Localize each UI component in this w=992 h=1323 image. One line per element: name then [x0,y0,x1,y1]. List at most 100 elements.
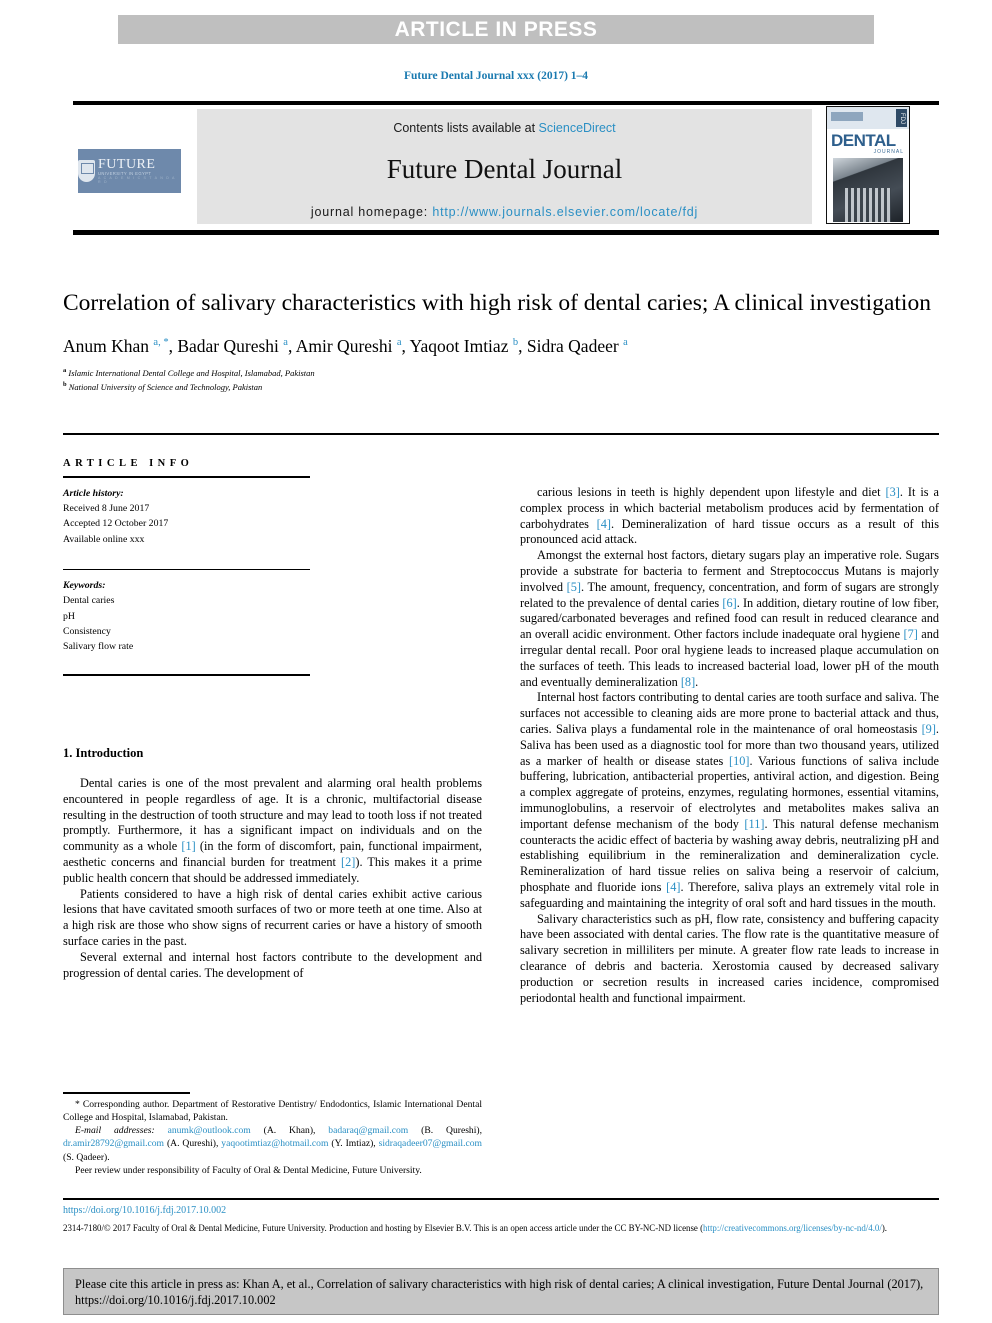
cover-photo [833,158,903,222]
article-info-box: ARTICLE INFO Article history: Received 8… [63,458,310,684]
article-info-rule-3 [63,674,310,677]
license-text-after: ). [881,1223,888,1233]
article-history-item: Available online xxx [63,533,145,545]
paragraph: Several external and internal host facto… [63,949,482,980]
section-heading-introduction: 1. Introduction [63,746,144,760]
article-history-item: Received 8 June 2017 [63,503,150,515]
masthead-top-rule [73,101,939,105]
keyword-item: Consistency [63,625,111,637]
author-affil-marker: a, * [153,337,169,349]
creative-commons-link[interactable]: http://creativecommons.org/licenses/by-n… [703,1223,882,1233]
footnote-divider-rule [63,1092,190,1094]
affiliation-a-text: Islamic International Dental College and… [68,367,315,378]
paragraph: Dental caries is one of the most prevale… [63,776,482,885]
citation-ref[interactable]: [5] [567,580,581,594]
footnote-block: * Corresponding author. Department of Re… [63,1098,482,1177]
email-owner: (S. Qadeer) [63,1151,108,1163]
article-history-block: Article history: Received 8 June 2017 Ac… [63,486,310,547]
citation-ref[interactable]: [11] [744,817,764,831]
paragraph: Patients considered to have a high risk … [63,886,482,949]
article-info-heading: ARTICLE INFO [63,458,194,469]
email-addresses-note: E-mail addresses: anumk@outlook.com (A. … [63,1125,483,1163]
publisher-logo-line3: A C A D E M I C S T A N D A R D [98,176,176,184]
footer-divider-rule [63,1198,939,1200]
article-history-label: Article history: [63,488,124,499]
citation-ref[interactable]: [2] [341,855,355,869]
citation-ref[interactable]: [1] [181,839,195,853]
citation-ref[interactable]: [10] [729,754,750,768]
citation-ref[interactable]: [9] [922,722,936,736]
homepage-prefix: journal homepage: [310,205,433,219]
citation-ref[interactable]: [8] [681,675,695,689]
journal-homepage-link[interactable]: http://www.journals.elsevier.com/locate/… [432,205,698,219]
email-link[interactable]: badaraq@gmail.com [328,1125,408,1136]
publisher-logo: FUTURE UNIVERSITY IN EGYPT A C A D E M I… [78,149,181,193]
email-link[interactable]: sidraqadeer07@gmail.com [379,1138,482,1149]
keyword-item: Salivary flow rate [63,640,134,652]
body-column-left: 1. Introduction Dental caries is one of … [63,745,482,981]
author-affil-marker: a [623,337,628,349]
article-history-item: Accepted 12 October 2017 [63,518,169,530]
affiliation-marker-b: b [63,380,67,388]
journal-cover-thumbnail: FDJ DENTAL JOURNAL [826,106,910,224]
license-text-before: 2314-7180/© 2017 Faculty of Oral & Denta… [63,1223,704,1233]
contents-prefix: Contents lists available at [393,121,539,135]
affiliation-list: a Islamic International Dental College a… [63,366,939,393]
peer-review-note: Peer review under responsibility of Facu… [75,1164,422,1176]
email-link[interactable]: yaqootimtiaz@hotmail.com [221,1138,328,1149]
keywords-block: Keywords: Dental caries pH Consistency S… [63,578,310,654]
shield-icon [78,160,95,182]
keyword-item: Dental caries [63,595,115,607]
masthead-panel: Contents lists available at ScienceDirec… [197,109,812,224]
title-divider-rule [63,433,939,435]
contents-lists-line: Contents lists available at ScienceDirec… [197,121,812,135]
paragraph: Amongst the external host factors, dieta… [520,548,939,689]
cite-this-article-box: Please cite this article in press as: Kh… [63,1268,939,1315]
cover-publisher-badge [831,112,863,121]
paragraph: Salivary characteristics such as pH, flo… [520,911,939,1005]
body-column-right: carious lesions in teeth is highly depen… [520,485,939,1006]
publisher-logo-wordmark: FUTURE UNIVERSITY IN EGYPT A C A D E M I… [98,156,181,184]
affiliation-b-text: National University of Science and Techn… [68,381,263,392]
citation-ref[interactable]: [4] [597,517,611,531]
email-link[interactable]: anumk@outlook.com [168,1125,251,1136]
cover-header-band: FDJ [827,107,909,130]
paragraph: carious lesions in teeth is highly depen… [520,485,939,547]
cover-spine-label: FDJ [896,109,907,127]
email-link[interactable]: dr.amir28792@gmail.com [63,1138,164,1149]
author-affil-marker: a [283,337,288,349]
sciencedirect-link[interactable]: ScienceDirect [539,121,616,135]
email-owner: (A. Qureshi) [166,1138,216,1150]
author-list: Anum Khan a, *, Badar Qureshi a, Amir Qu… [63,336,628,357]
journal-reference-line: Future Dental Journal xxx (2017) 1–4 [403,70,589,82]
email-owner: (B. Qureshi) [421,1125,480,1137]
license-statement: 2314-7180/© 2017 Faculty of Oral & Denta… [63,1222,943,1235]
keyword-item: pH [63,610,75,622]
citation-ref[interactable]: [3] [885,485,899,499]
author-affil-marker: b [512,337,519,349]
affiliation-a: a Islamic International Dental College a… [63,366,939,380]
journal-title: Future Dental Journal [386,154,623,184]
citation-ref[interactable]: [7] [903,627,917,641]
masthead-bottom-rule [73,230,939,235]
corresponding-author-note: * Corresponding author. Department of Re… [63,1099,482,1124]
article-in-press-banner: ARTICLE IN PRESS [118,15,874,44]
page-title: Correlation of salivary characteristics … [63,290,931,316]
article-in-press-label: ARTICLE IN PRESS [394,17,598,41]
cover-title: DENTAL [831,131,896,150]
keywords-label: Keywords: [63,580,106,592]
journal-homepage-line: journal homepage: http://www.journals.el… [197,205,812,219]
email-owner: (A. Khan) [263,1125,314,1137]
email-owner: (Y. Imtiaz) [331,1138,374,1150]
affiliation-marker-a: a [63,367,67,375]
publisher-logo-line1: FUTURE [98,156,156,172]
citation-ref[interactable]: [6] [722,596,736,610]
citation-ref[interactable]: [4] [666,880,680,894]
paragraph: Internal host factors contributing to de… [520,690,940,910]
journal-article-page: ARTICLE IN PRESS Future Dental Journal x… [0,0,992,1323]
affiliation-b: b National University of Science and Tec… [63,380,939,394]
article-info-rule-1 [63,476,310,478]
doi-link[interactable]: https://doi.org/10.1016/j.fdj.2017.10.00… [63,1205,226,1216]
email-addresses-label: E-mail addresses: [75,1125,155,1137]
article-info-rule-2 [63,568,310,571]
